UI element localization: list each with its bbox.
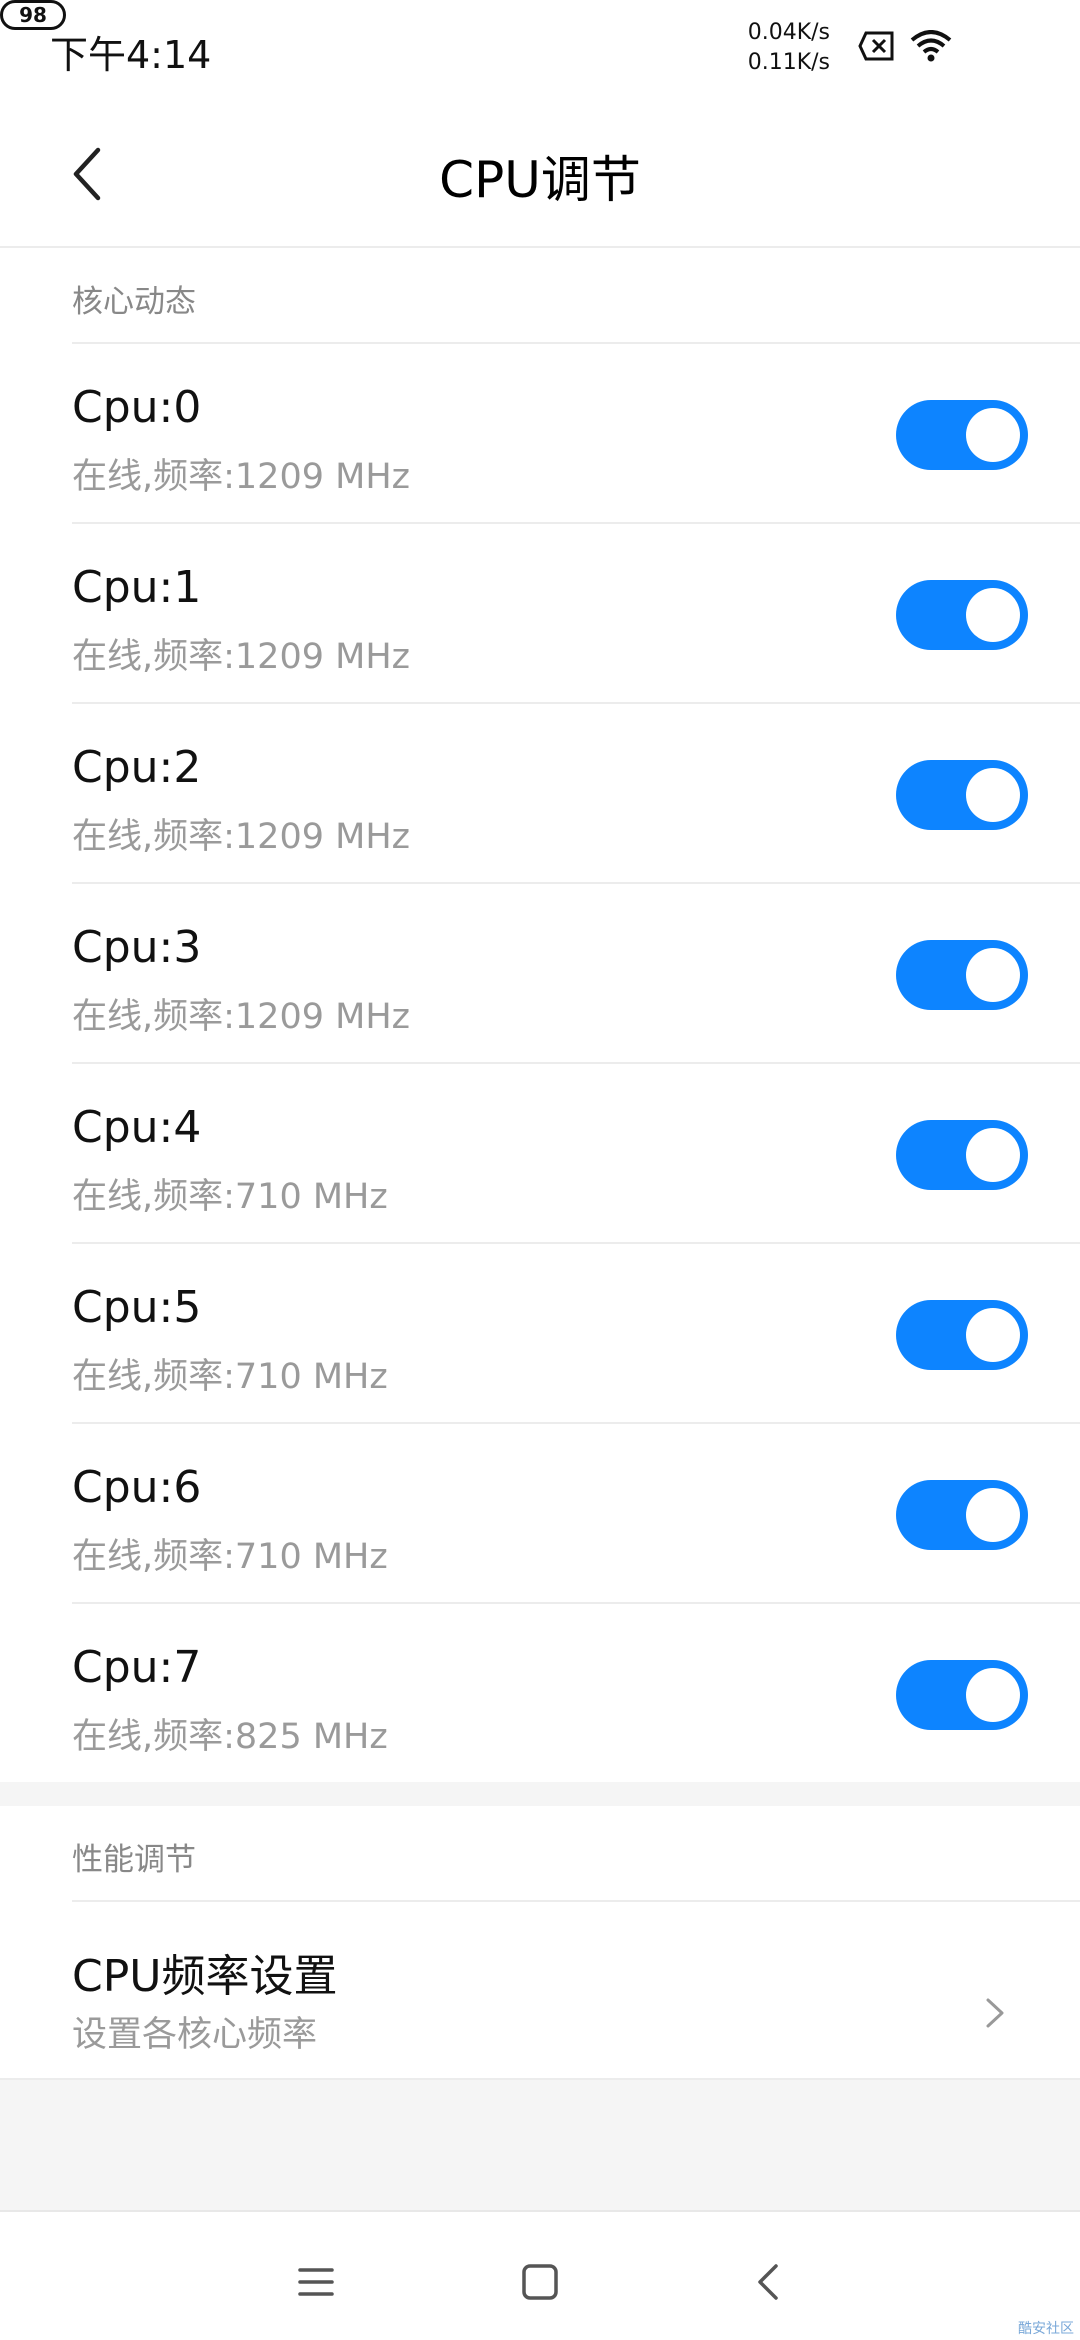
cpu-row: Cpu:4 在线,频率:710 MHz: [0, 1064, 1080, 1244]
cpu-row: Cpu:7 在线,频率:825 MHz: [0, 1604, 1080, 1784]
network-speed-down: 0.11K/s: [747, 50, 830, 75]
cpu-status: 在线,频率:1209 MHz: [72, 457, 411, 497]
cpu-status: 在线,频率:710 MHz: [72, 1357, 388, 1397]
toggle-knob: [966, 588, 1020, 642]
cpu-toggle[interactable]: [896, 400, 1028, 470]
toggle-knob: [966, 1488, 1020, 1542]
cpu-title: Cpu:4: [72, 1102, 202, 1153]
cpu-title: Cpu:0: [72, 382, 202, 433]
cpu-toggle[interactable]: [896, 1300, 1028, 1370]
toggle-knob: [966, 948, 1020, 1002]
core-section: 核心动态 Cpu:0 在线,频率:1209 MHz Cpu:1 在线,频率:1209 …: [0, 248, 1080, 1782]
toggle-knob: [966, 408, 1020, 462]
perf-section: 性能调节 CPU频率设置 设置各核心频率: [0, 1806, 1080, 2078]
cpu-row: Cpu:1 在线,频率:1209 MHz: [0, 524, 1080, 704]
cpu-frequency-settings-item[interactable]: CPU频率设置 设置各核心频率: [0, 1902, 1080, 2082]
cpu-row: Cpu:5 在线,频率:710 MHz: [0, 1244, 1080, 1424]
cpu-row: Cpu:3 在线,频率:1209 MHz: [0, 884, 1080, 1064]
section-gap: [0, 1782, 1080, 1806]
toggle-knob: [966, 1668, 1020, 1722]
toggle-knob: [966, 1128, 1020, 1182]
sim-x-icon: [858, 31, 894, 61]
toggle-knob: [966, 768, 1020, 822]
cpu-status: 在线,频率:710 MHz: [72, 1537, 388, 1577]
menu-icon[interactable]: [296, 2262, 336, 2302]
cpu-row: Cpu:2 在线,频率:1209 MHz: [0, 704, 1080, 884]
app-header: CPU调节: [0, 100, 1080, 248]
page-title: CPU调节: [439, 151, 641, 209]
watermark: 酷安社区: [1018, 2321, 1074, 2337]
empty-area: [0, 2078, 1080, 2210]
item-subtitle: 设置各核心频率: [72, 2015, 318, 2055]
status-bar: 下午4:14 0.04K/s 0.11K/s 98: [0, 0, 1080, 100]
section-label-perf: 性能调节: [72, 1842, 196, 1878]
cpu-status: 在线,频率:710 MHz: [72, 1177, 388, 1217]
cpu-status: 在线,频率:825 MHz: [72, 1717, 388, 1757]
chevron-right-icon: [986, 1998, 1004, 2028]
cpu-title: Cpu:5: [72, 1282, 202, 1333]
cpu-toggle[interactable]: [896, 760, 1028, 830]
cpu-toggle[interactable]: [896, 940, 1028, 1010]
navigation-bar: 酷安社区: [0, 2210, 1080, 2340]
network-speed: 0.04K/s 0.11K/s: [748, 18, 830, 78]
cpu-title: Cpu:6: [72, 1462, 202, 1513]
section-label-core: 核心动态: [72, 284, 196, 320]
cpu-toggle[interactable]: [896, 1660, 1028, 1730]
cpu-title: Cpu:3: [72, 922, 202, 973]
cpu-toggle[interactable]: [896, 1120, 1028, 1190]
cpu-title: Cpu:2: [72, 742, 202, 793]
cpu-toggle[interactable]: [896, 1480, 1028, 1550]
cpu-row: Cpu:0 在线,频率:1209 MHz: [0, 344, 1080, 524]
home-icon[interactable]: [520, 2262, 560, 2302]
cpu-toggle[interactable]: [896, 580, 1028, 650]
cpu-title: Cpu:1: [72, 562, 202, 613]
cpu-status: 在线,频率:1209 MHz: [72, 817, 411, 857]
back-icon[interactable]: [748, 2262, 788, 2302]
cpu-title: Cpu:7: [72, 1642, 202, 1693]
cpu-status: 在线,频率:1209 MHz: [72, 997, 411, 1037]
cpu-row: Cpu:6 在线,频率:710 MHz: [0, 1424, 1080, 1604]
toggle-knob: [966, 1308, 1020, 1362]
status-time: 下午4:14: [50, 33, 212, 77]
cpu-status: 在线,频率:1209 MHz: [72, 637, 411, 677]
network-speed-up: 0.04K/s: [747, 20, 830, 45]
item-title: CPU频率设置: [72, 1951, 338, 2002]
wifi-icon: [910, 30, 952, 62]
